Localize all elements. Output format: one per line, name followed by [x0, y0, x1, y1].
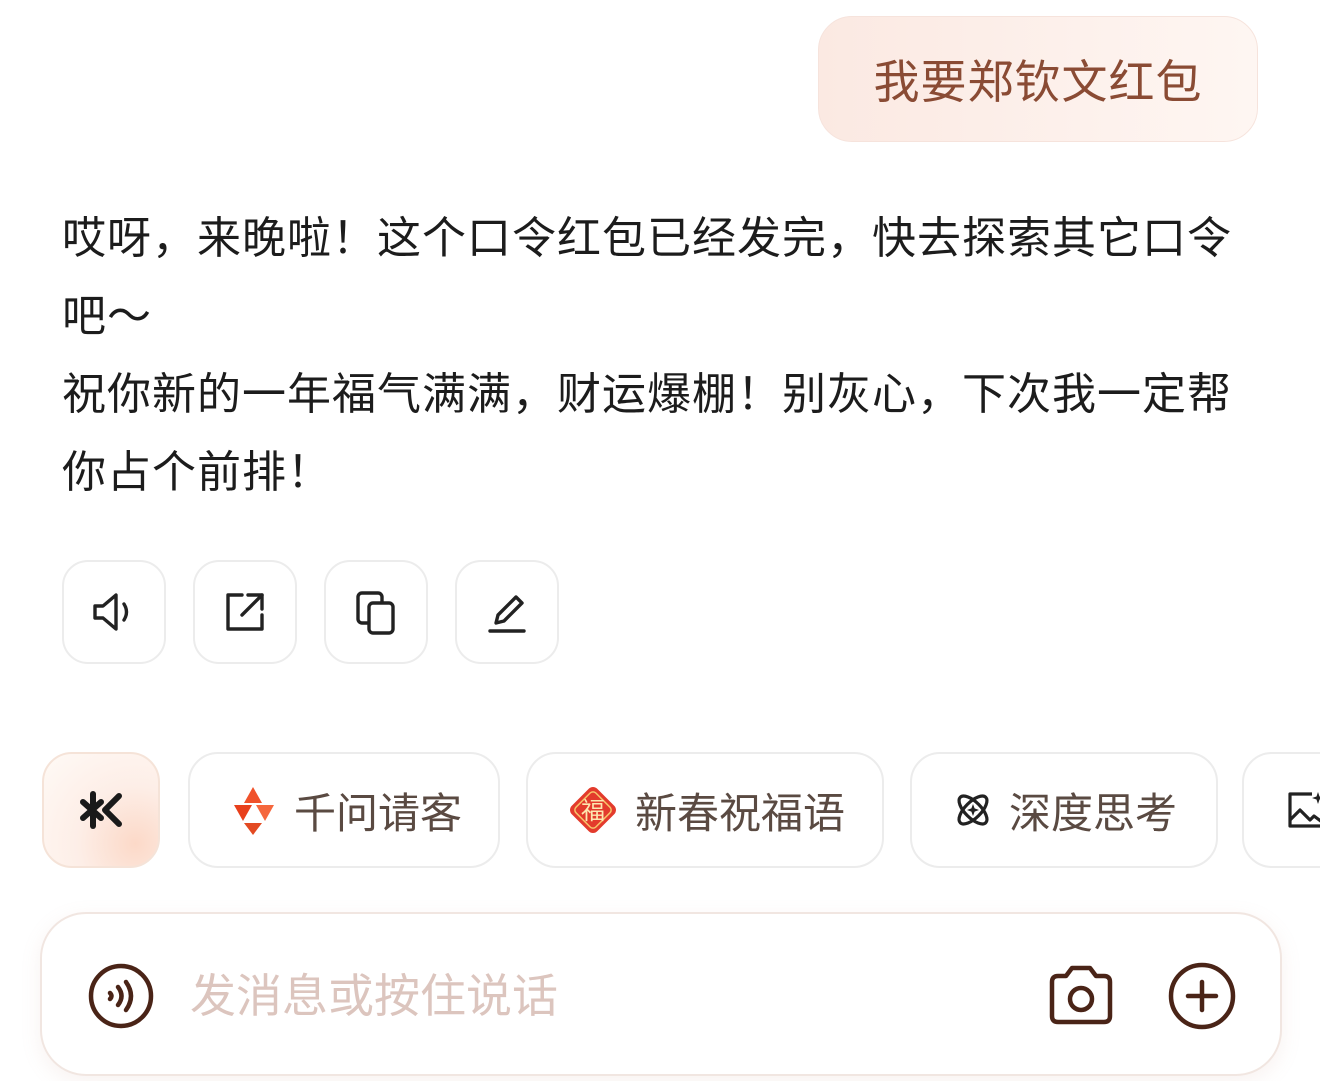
atom-icon: [957, 794, 989, 826]
speaker-icon: [93, 593, 129, 631]
voice-input-icon[interactable]: [88, 963, 154, 1029]
new-year-blessing-chip[interactable]: 福 新春祝福语: [526, 752, 884, 868]
fu-badge-icon: 福: [570, 787, 616, 833]
image-chip[interactable]: [1242, 752, 1320, 868]
reply-paragraph: 哎呀，来晚啦！这个口令红包已经发完，快去探索其它口令吧～: [62, 213, 1232, 342]
message-input-bar: [40, 912, 1282, 1076]
quick-chips-row: 千问请客 福 新春祝福语 深度思考: [42, 752, 1320, 870]
assistant-reply: 哎呀，来晚啦！这个口令红包已经发完，快去探索其它口令吧～ 祝你新的一年福气满满，…: [62, 200, 1262, 512]
camera-icon[interactable]: [1048, 964, 1114, 1026]
deep-thinking-chip[interactable]: 深度思考: [910, 752, 1218, 868]
reply-paragraph: 祝你新的一年福气满满，财运爆棚！别灰心，下次我一定帮你占个前排！: [62, 369, 1232, 498]
copy-icon: [356, 591, 395, 635]
chip-label: 千问请客: [293, 788, 462, 838]
qianwen-logo-icon: [233, 787, 274, 835]
message-actions: [62, 560, 559, 664]
spark-chip[interactable]: [42, 752, 160, 868]
image-icon: [1288, 792, 1320, 828]
qianwen-treat-chip[interactable]: 千问请客: [188, 752, 500, 868]
fu-badge-text: 福: [581, 797, 605, 825]
share-button[interactable]: [193, 560, 297, 664]
edit-icon: [488, 595, 526, 633]
read-aloud-button[interactable]: [62, 560, 166, 664]
spark-logo-icon: [80, 791, 122, 829]
chip-label: 深度思考: [1008, 788, 1177, 838]
chip-label: 新春祝福语: [634, 788, 845, 838]
copy-button[interactable]: [324, 560, 428, 664]
edit-button[interactable]: [455, 560, 559, 664]
message-input[interactable]: [190, 954, 1010, 1038]
user-message-bubble: 我要郑钦文红包: [818, 16, 1258, 142]
plus-icon[interactable]: [1168, 962, 1236, 1030]
share-icon: [226, 593, 264, 631]
user-message-text: 我要郑钦文红包: [873, 55, 1203, 109]
